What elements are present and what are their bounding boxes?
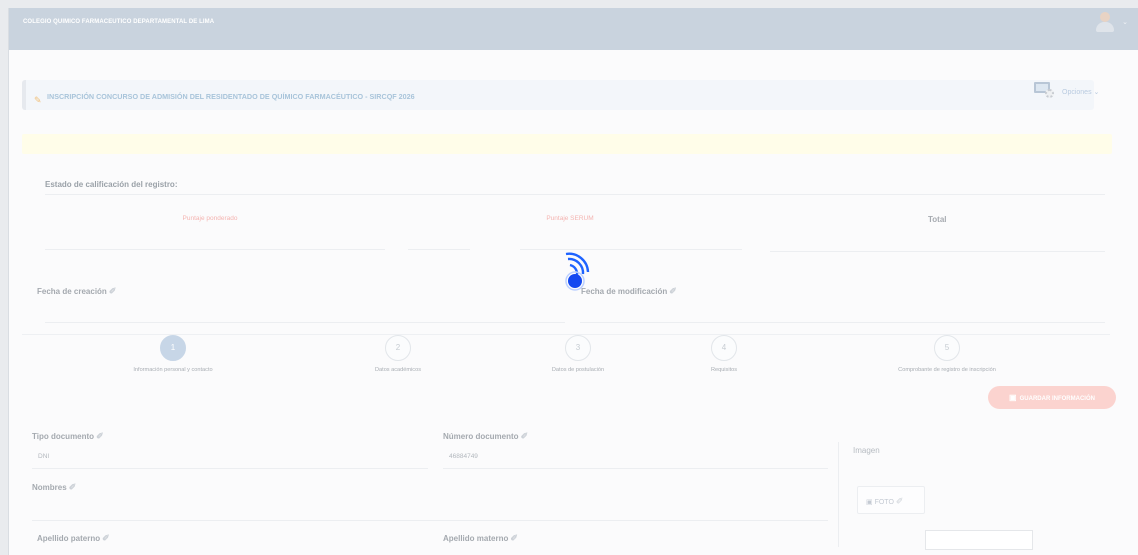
photo-upload-button[interactable]: ▣ FOTO ✐ bbox=[857, 486, 925, 514]
paternal-surname-label: Apellido paterno ✐ bbox=[37, 533, 110, 543]
image-title: Imagen bbox=[853, 446, 880, 455]
creation-date-label: Fecha de creación ✐ bbox=[37, 286, 117, 296]
pencil-icon: ✐ bbox=[96, 431, 104, 441]
pencil-icon: ✐ bbox=[102, 533, 110, 543]
total-field bbox=[770, 251, 1105, 252]
pencil-icon: ✐ bbox=[68, 482, 77, 492]
pencil-icon: ✐ bbox=[895, 496, 904, 506]
options-dropdown[interactable]: Opciones ⌄ bbox=[1062, 88, 1099, 96]
pencil-icon: ✐ bbox=[510, 533, 518, 543]
step-2[interactable]: 2 bbox=[385, 335, 411, 361]
top-navbar: COLEGIO QUIMICO FARMACEUTICO DEPARTAMENT… bbox=[9, 8, 1138, 50]
step-2-label[interactable]: Datos académicos bbox=[328, 367, 468, 373]
step-5[interactable]: 5 bbox=[934, 335, 960, 361]
weighted-score-label: Puntaje ponderado bbox=[182, 215, 238, 222]
brand-name: COLEGIO QUIMICO FARMACEUTICO DEPARTAMENT… bbox=[23, 19, 215, 25]
rating-status-title: Estado de calificación del registro: bbox=[45, 180, 178, 189]
user-menu-chevron-down-icon[interactable]: ⌄ bbox=[1122, 18, 1128, 26]
save-information-button[interactable]: ▣ GUARDAR INFORMACIÓN bbox=[988, 386, 1116, 409]
maternal-surname-label: Apellido materno ✐ bbox=[443, 533, 518, 543]
alert-banner bbox=[22, 134, 1112, 154]
weighted-score-field bbox=[45, 249, 385, 250]
pencil-icon: ✐ bbox=[520, 431, 529, 441]
edit-form-icon: ✎ bbox=[34, 95, 42, 105]
page-title: INSCRIPCIÓN CONCURSO DE ADMISIÓN DEL RES… bbox=[47, 92, 415, 101]
doc-type-label: Tipo documento ✐ bbox=[32, 431, 104, 441]
step-3-label[interactable]: Datos de postulación bbox=[508, 367, 648, 373]
score-separator-field bbox=[408, 249, 470, 250]
step-4[interactable]: 4 bbox=[711, 335, 737, 361]
step-1-label[interactable]: Información personal y contacto bbox=[103, 367, 243, 373]
doc-number-value[interactable]: 46884749 bbox=[449, 453, 478, 460]
step-3[interactable]: 3 bbox=[565, 335, 591, 361]
image-icon: ▣ bbox=[866, 499, 873, 506]
serum-score-label: Puntaje SERUM bbox=[546, 215, 594, 222]
user-avatar-icon[interactable] bbox=[1096, 12, 1114, 32]
options-monitor-gear-icon[interactable] bbox=[1034, 82, 1056, 98]
modification-date-label: Fecha de modificación ✐ bbox=[581, 286, 677, 296]
step-5-label[interactable]: Comprobante de registro de inscripción bbox=[877, 367, 1017, 373]
step-4-label[interactable]: Requisitos bbox=[654, 367, 794, 373]
total-label: Total bbox=[928, 215, 947, 224]
names-label: Nombres ✐ bbox=[32, 482, 77, 492]
loading-spinner-icon bbox=[565, 252, 590, 291]
names-field[interactable] bbox=[32, 520, 828, 521]
floppy-disk-icon: ▣ bbox=[1009, 393, 1017, 402]
creation-date-field bbox=[45, 322, 565, 323]
modification-date-field bbox=[580, 322, 1105, 323]
doc-type-field[interactable] bbox=[32, 468, 428, 469]
pencil-icon: ✐ bbox=[108, 286, 117, 296]
step-1[interactable]: 1 bbox=[160, 335, 186, 361]
doc-number-label: Número documento ✐ bbox=[443, 431, 529, 441]
doc-type-value[interactable]: DNI bbox=[38, 453, 49, 460]
photo-preview-box bbox=[925, 530, 1033, 550]
divider bbox=[45, 194, 1105, 195]
doc-number-field[interactable] bbox=[443, 468, 828, 469]
pencil-icon: ✐ bbox=[669, 286, 677, 296]
